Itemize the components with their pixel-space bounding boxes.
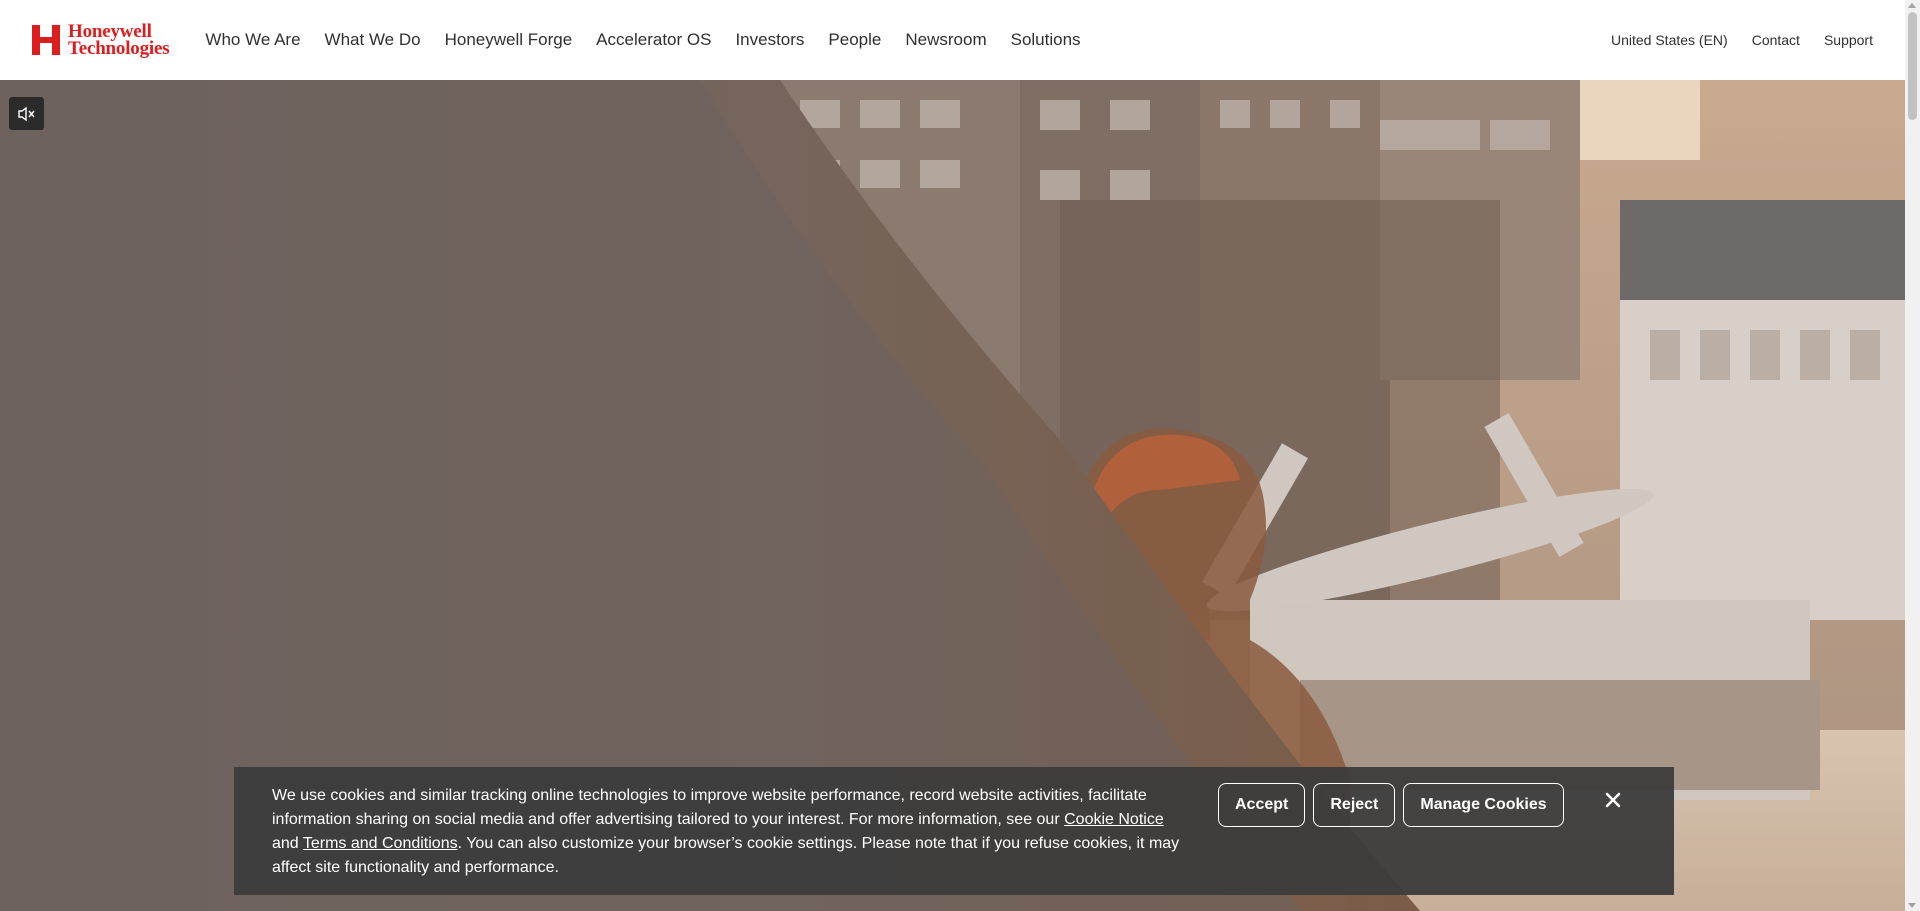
close-icon[interactable]	[1602, 789, 1624, 811]
honeywell-h-icon	[32, 25, 60, 55]
nav-newsroom[interactable]: Newsroom	[893, 30, 998, 50]
nav-people[interactable]: People	[816, 30, 893, 50]
cookie-message: We use cookies and similar tracking onli…	[272, 784, 1192, 880]
cookie-actions: Accept Reject Manage Cookies	[1218, 783, 1564, 827]
cookie-text-part1: We use cookies and similar tracking onli…	[272, 787, 1147, 828]
cookie-notice-link[interactable]: Cookie Notice	[1064, 811, 1164, 828]
page-scrollbar[interactable]	[1905, 0, 1920, 911]
contact-link[interactable]: Contact	[1752, 32, 1800, 48]
scroll-thumb[interactable]	[1908, 12, 1917, 120]
nav-solutions[interactable]: Solutions	[999, 30, 1093, 50]
cookie-banner: We use cookies and similar tracking onli…	[234, 767, 1674, 895]
nav-who-we-are[interactable]: Who We Are	[193, 30, 312, 50]
cookie-text-and: and	[272, 835, 303, 852]
mute-button[interactable]	[9, 97, 44, 130]
terms-link[interactable]: Terms and Conditions	[303, 835, 458, 852]
site-header: Honeywell Technologies Who We Are What W…	[0, 0, 1905, 80]
accept-button[interactable]: Accept	[1218, 783, 1306, 827]
logo-wordmark: Honeywell Technologies	[68, 22, 170, 59]
speaker-muted-icon	[17, 106, 35, 121]
nav-honeywell-forge[interactable]: Honeywell Forge	[433, 30, 585, 50]
region-selector[interactable]: United States (EN)	[1611, 32, 1728, 48]
manage-cookies-button[interactable]: Manage Cookies	[1403, 783, 1564, 827]
support-link[interactable]: Support	[1824, 32, 1873, 48]
honeywell-logo[interactable]: Honeywell Technologies	[32, 22, 170, 59]
nav-what-we-do[interactable]: What We Do	[313, 30, 433, 50]
nav-investors[interactable]: Investors	[723, 30, 816, 50]
scroll-down-arrow[interactable]	[1908, 903, 1916, 908]
scroll-up-arrow[interactable]	[1908, 3, 1916, 8]
main-nav: Who We Are What We Do Honeywell Forge Ac…	[193, 30, 1092, 50]
reject-button[interactable]: Reject	[1313, 783, 1396, 827]
nav-accelerator-os[interactable]: Accelerator OS	[584, 30, 723, 50]
logo-line-2: Technologies	[68, 38, 170, 59]
utility-nav: United States (EN) Contact Support	[1611, 32, 1873, 48]
